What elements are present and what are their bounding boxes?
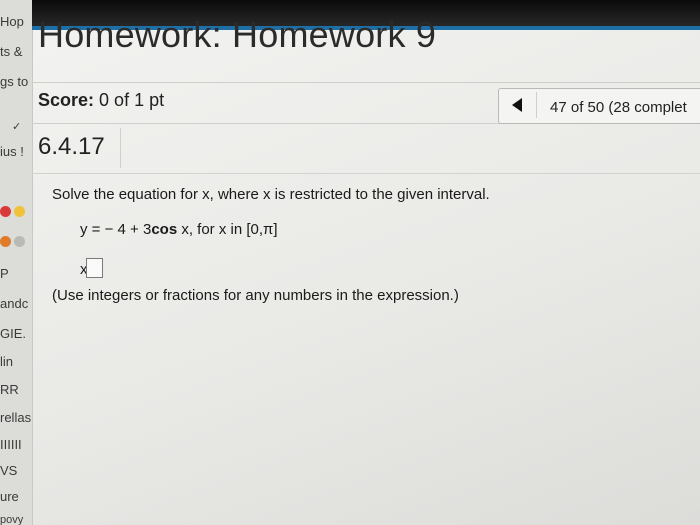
- sidebar-fragment[interactable]: Hop: [0, 14, 24, 29]
- divider: [32, 173, 700, 174]
- question-position[interactable]: 47 of 50 (28 complet: [550, 99, 687, 116]
- gray-dot-icon: [14, 236, 25, 247]
- triangle-left-icon[interactable]: [512, 98, 522, 112]
- score-label: Score:: [38, 90, 95, 110]
- question-number: 6.4.17: [38, 133, 105, 160]
- score-value: 0 of 1 pt: [99, 90, 165, 110]
- navigator-divider: [536, 92, 537, 118]
- sidebar-fragment[interactable]: RR: [0, 382, 19, 397]
- sidebar-fragment[interactable]: P: [0, 266, 9, 281]
- question-prompt: Solve the equation for x, where x is res…: [52, 186, 490, 203]
- red-dot-icon: [0, 206, 11, 217]
- equation-cos: cos: [151, 221, 178, 238]
- sidebar-fragment[interactable]: ure: [0, 489, 19, 504]
- equation-part: x, for x in [0,π]: [177, 221, 278, 238]
- sidebar-fragment[interactable]: ts &: [0, 44, 22, 59]
- score-display: Score: 0 of 1 pt: [38, 90, 164, 111]
- left-sidebar: Hop ts & gs to ✓ ius ! P andc GIE. lin R…: [0, 0, 32, 525]
- sidebar-fragment[interactable]: rellas: [0, 410, 31, 425]
- sidebar-fragment[interactable]: lin: [0, 354, 13, 369]
- sidebar-fragment[interactable]: povy: [0, 514, 23, 525]
- orange-dot-icon: [0, 236, 11, 247]
- sidebar-fragment[interactable]: gs to: [0, 74, 28, 89]
- page-title: Homework: Homework 9: [38, 14, 437, 55]
- sidebar-fragment[interactable]: VS: [0, 463, 17, 478]
- answer-hint: (Use integers or fractions for any numbe…: [52, 287, 459, 304]
- sidebar-fragment[interactable]: GIE.: [0, 326, 26, 341]
- question-equation: y = − 4 + 3cos x, for x in [0,π]: [80, 221, 278, 238]
- chevron-down-icon[interactable]: ✓: [12, 120, 21, 133]
- sidebar-fragment[interactable]: IIIIII: [0, 437, 22, 452]
- equation-part: y = − 4 + 3: [80, 221, 152, 238]
- sidebar-fragment[interactable]: andc: [0, 296, 28, 311]
- sidebar-fragment[interactable]: ius !: [0, 144, 24, 159]
- smiley-icon: [14, 206, 25, 217]
- answer-input[interactable]: [86, 258, 103, 278]
